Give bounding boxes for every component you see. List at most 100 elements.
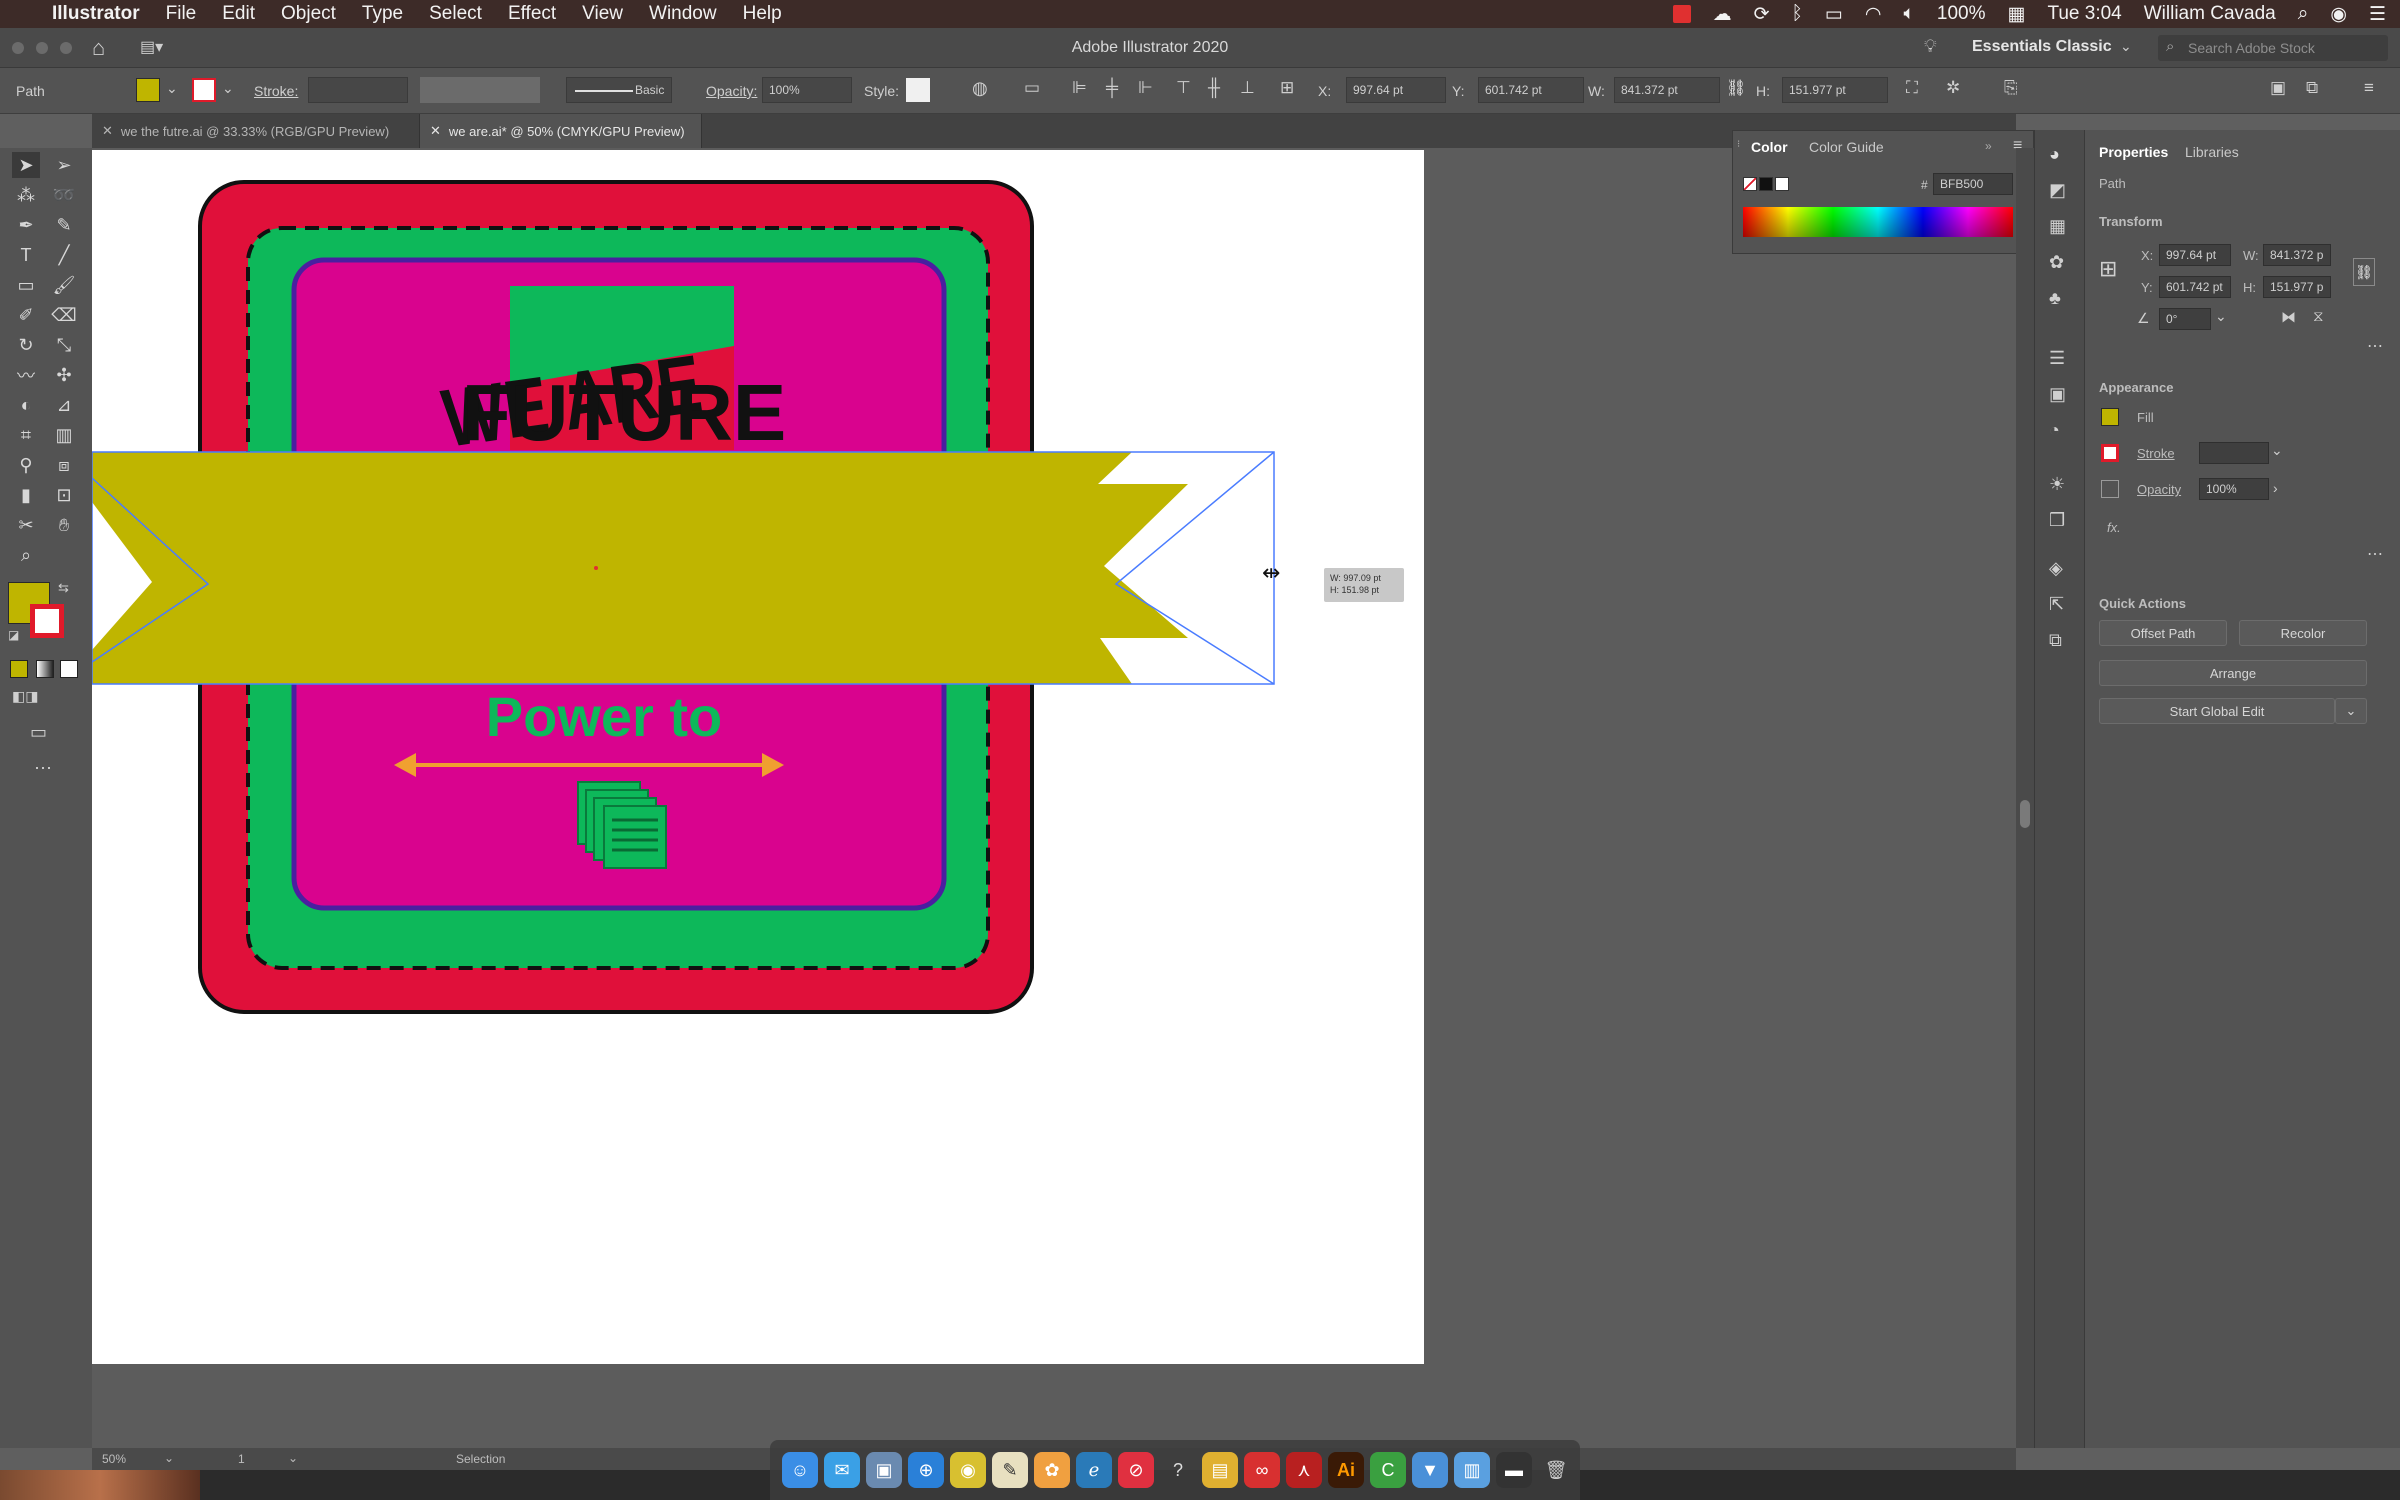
camtasia-icon[interactable]: C <box>1370 1452 1406 1488</box>
stroke-label[interactable]: Stroke: <box>254 83 298 99</box>
distribute-icon[interactable]: ⧉ <box>2306 78 2318 98</box>
hand-tool-icon[interactable]: ✋︎ <box>50 512 78 538</box>
link-proportions-icon[interactable]: ⛓ <box>2353 258 2375 286</box>
documents-folder-icon[interactable]: ▥ <box>1454 1452 1490 1488</box>
chevron-down-icon[interactable]: ⌄ <box>166 80 178 97</box>
arrange-button[interactable]: Arrange <box>2099 660 2367 686</box>
close-icon[interactable]: ✕ <box>430 123 441 139</box>
expand-panel-icon[interactable]: » <box>1985 139 1992 153</box>
asset-export-icon[interactable]: ⇱ <box>2049 594 2064 615</box>
shape-builder-icon[interactable]: ◐ <box>12 392 40 418</box>
gradient-panel-icon[interactable]: ▣ <box>2049 384 2066 405</box>
zoom-tool-icon[interactable]: ⌕ <box>12 542 40 568</box>
ribbon-banner[interactable] <box>92 452 1188 684</box>
color-panel-icon[interactable]: ◕ <box>2049 144 2060 165</box>
graph-tool-icon[interactable]: ▮ <box>12 482 40 508</box>
recolor-button[interactable]: Recolor <box>2239 620 2367 646</box>
paintbrush-icon[interactable]: 🖌︎ <box>50 272 78 298</box>
align-bottom-icon[interactable]: ⊥ <box>1240 78 1255 98</box>
draw-mode-icon[interactable]: ◧◨ <box>12 688 38 705</box>
opacity-field[interactable]: 100% <box>762 77 852 103</box>
tab-libraries[interactable]: Libraries <box>2185 136 2239 168</box>
messages-icon[interactable]: ✉ <box>824 1452 860 1488</box>
stroke-label[interactable]: Stroke <box>2137 446 2175 461</box>
chevron-down-icon[interactable]: ⌄ <box>2271 442 2283 459</box>
swatches-icon[interactable]: ▦ <box>2049 216 2066 237</box>
hex-input[interactable]: BFB500 <box>1933 173 2013 195</box>
stroke-weight-field[interactable] <box>2199 442 2269 464</box>
y-field[interactable]: 601.742 pt <box>2159 276 2231 298</box>
gradient-tool-icon[interactable]: ▥ <box>50 422 78 448</box>
help-icon[interactable]: ? <box>1160 1452 1196 1488</box>
user-name[interactable]: William Cavada <box>2144 3 2276 25</box>
puppet-warp-icon[interactable]: ✲ <box>1946 78 1960 98</box>
artboards-icon[interactable]: ⧉ <box>2049 630 2062 651</box>
illustrator-icon[interactable]: Ai <box>1328 1452 1364 1488</box>
acrobat-icon[interactable]: ⋏ <box>1286 1452 1322 1488</box>
stroke-swatch[interactable] <box>2101 444 2119 462</box>
preview-icon[interactable]: ▣ <box>866 1452 902 1488</box>
line-tool-icon[interactable]: ╱ <box>50 242 78 268</box>
blocked-app-icon[interactable]: ⊘ <box>1118 1452 1154 1488</box>
default-colors-icon[interactable]: ◪ <box>8 628 19 642</box>
offset-path-button[interactable]: Offset Path <box>2099 620 2227 646</box>
tab-we-the-futre[interactable]: ✕ we the futre.ai @ 33.33% (RGB/GPU Prev… <box>92 114 420 148</box>
arrange-icon[interactable]: ▣ <box>2270 78 2286 98</box>
black-swatch[interactable] <box>1759 177 1773 191</box>
menu-file[interactable]: File <box>166 3 197 25</box>
angle-field[interactable]: 0° <box>2159 308 2211 330</box>
window-close-button[interactable] <box>12 42 24 54</box>
reference-point-icon[interactable]: ⊞ <box>2099 256 2117 282</box>
battery-percent[interactable]: 100% <box>1937 3 1986 25</box>
shaper-tool-icon[interactable]: ✐ <box>12 302 40 328</box>
blend-tool-icon[interactable]: ⧈ <box>50 452 78 478</box>
chrome-icon[interactable]: ◉ <box>950 1452 986 1488</box>
chevron-down-icon[interactable]: ⌄ <box>164 1451 174 1465</box>
artboard-number[interactable]: 1 <box>238 1452 245 1466</box>
puppet-warp-tool-icon[interactable]: ✣ <box>50 362 78 388</box>
opacity-field[interactable]: 100% <box>2199 478 2269 500</box>
eraser-icon[interactable]: ⌫ <box>50 302 78 328</box>
curvature-tool-icon[interactable]: ✎ <box>50 212 78 238</box>
recolor-icon[interactable]: ◍ <box>972 78 988 99</box>
tab-properties[interactable]: Properties <box>2099 136 2168 168</box>
chevron-down-icon[interactable]: ⌄ <box>2215 308 2227 325</box>
variable-width-dropdown[interactable] <box>420 77 540 103</box>
direct-selection-tool-icon[interactable]: ➢ <box>50 152 78 178</box>
start-global-edit-button[interactable]: Start Global Edit <box>2099 698 2335 724</box>
gradient-mode-icon[interactable] <box>36 660 54 678</box>
more-tools-icon[interactable]: ⋯ <box>34 758 52 779</box>
screen-mode-icon[interactable]: ▭ <box>30 722 47 743</box>
menu-effect[interactable]: Effect <box>508 3 556 25</box>
window-minimize-button[interactable] <box>36 42 48 54</box>
creative-cloud-icon[interactable]: ∞ <box>1244 1452 1280 1488</box>
lasso-icon[interactable]: ➿ <box>50 182 78 208</box>
arrange-documents-icon[interactable]: ▤▾ <box>140 37 163 57</box>
slice-tool-icon[interactable]: ✂ <box>12 512 40 538</box>
downloads-folder-icon[interactable]: ▼ <box>1412 1452 1448 1488</box>
global-edit-options-button[interactable]: ⌄ <box>2335 698 2367 724</box>
menu-app-name[interactable]: Illustrator <box>52 3 140 25</box>
warp-tool-icon[interactable]: 〰 <box>12 362 40 388</box>
align-vcenter-icon[interactable]: ╫ <box>1208 78 1220 98</box>
layers-icon[interactable]: ◈ <box>2049 558 2063 579</box>
artboard-tool-icon[interactable]: ⊡ <box>50 482 78 508</box>
rotate-tool-icon[interactable]: ↻ <box>12 332 40 358</box>
fx-button[interactable]: fx. <box>2107 520 2121 535</box>
rectangle-tool-icon[interactable]: ▭ <box>12 272 40 298</box>
scrollbar-thumb[interactable] <box>2020 800 2030 828</box>
link-proportions-icon[interactable]: ⛓ <box>1726 78 1746 98</box>
edge-icon[interactable]: ℯ <box>1076 1452 1112 1488</box>
x-field[interactable]: 997.64 pt <box>1346 77 1446 103</box>
siri-icon[interactable]: ◉ <box>2330 3 2347 26</box>
flip-horizontal-icon[interactable]: ⧓ <box>2281 308 2296 326</box>
menu-edit[interactable]: Edit <box>222 3 255 25</box>
h-field[interactable]: 151.977 pt <box>1782 77 1888 103</box>
trash-icon[interactable]: 🗑︎ <box>1538 1452 1574 1488</box>
control-center-icon[interactable]: ☰ <box>2369 3 2386 26</box>
display-icon[interactable]: ▭ <box>1825 3 1843 26</box>
align-right-icon[interactable]: ⊩ <box>1138 78 1153 98</box>
more-options-icon[interactable]: ⋯ <box>2367 544 2383 564</box>
opacity-label[interactable]: Opacity <box>2137 482 2181 497</box>
none-mode-icon[interactable] <box>60 660 78 678</box>
